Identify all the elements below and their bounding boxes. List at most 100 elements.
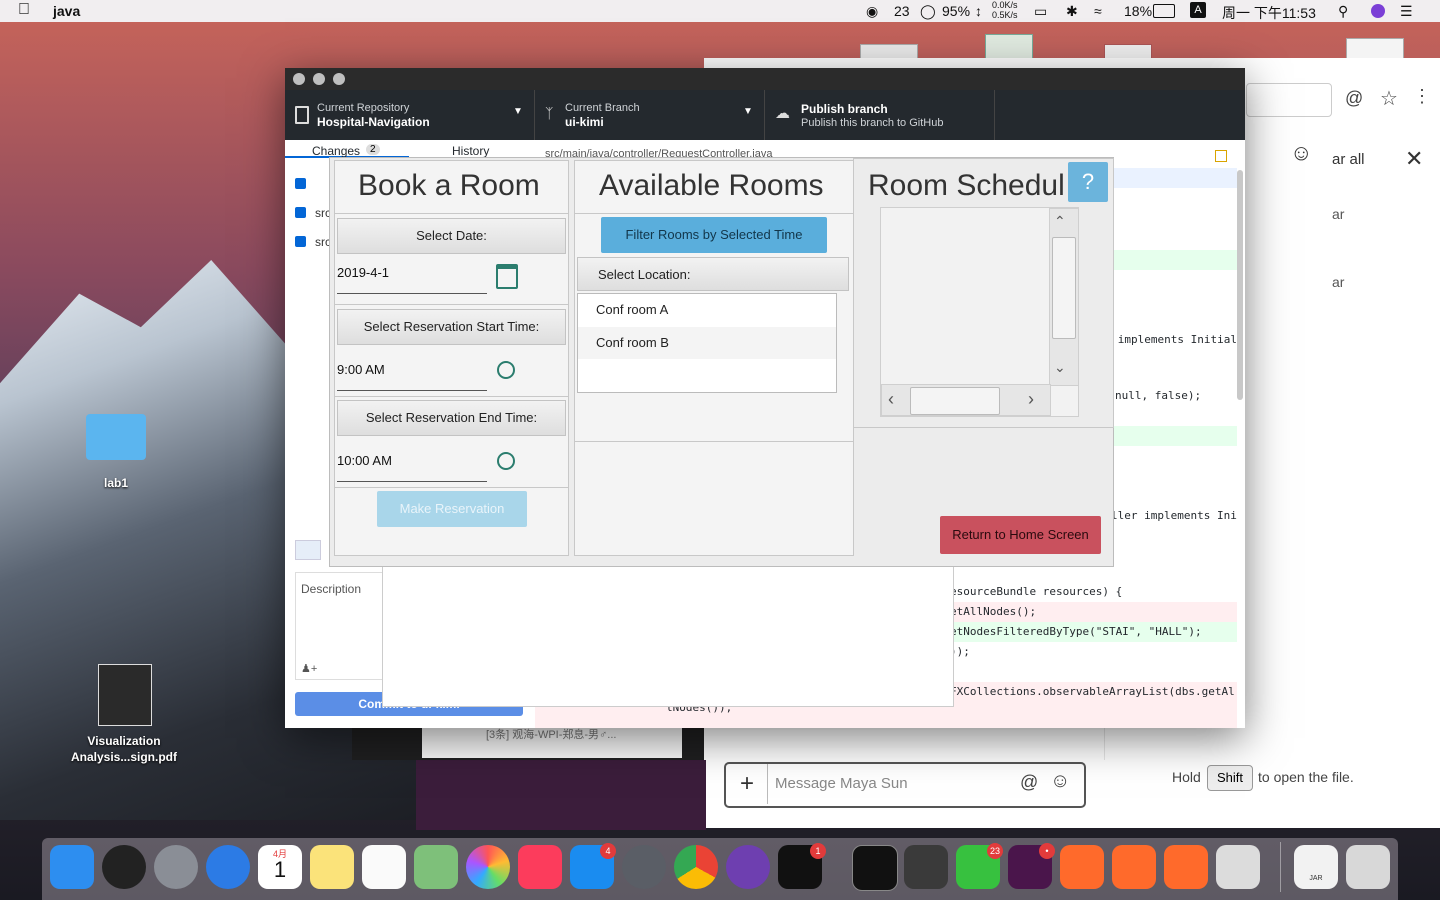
clock[interactable]: 周一 下午11:53 (1222, 3, 1316, 23)
jar-label: JAR (1309, 875, 1323, 882)
user-icon[interactable]: ☺ (1290, 140, 1312, 166)
mention-icon[interactable]: @ (1020, 772, 1038, 793)
wechat-icon[interactable]: ◉ (866, 3, 878, 20)
code-line-text: FXCollections.observableArrayList(dbs.ge… (950, 685, 1235, 698)
reminders-icon[interactable] (362, 845, 406, 889)
wechat-count: 23 (894, 3, 910, 19)
apple-icon[interactable]:  (18, 1, 30, 19)
scrollbar[interactable] (1237, 170, 1243, 400)
chevron-right-icon[interactable]: › (1028, 389, 1034, 410)
start-time-field[interactable]: 9:00 AM (337, 350, 487, 391)
close-window-button[interactable] (293, 73, 305, 85)
notes-icon[interactable] (310, 845, 354, 889)
java-launcher-icon[interactable] (1216, 845, 1260, 889)
file-checkbox[interactable] (295, 207, 306, 218)
wifi-icon[interactable]: ≈ (1094, 3, 1102, 19)
jar-file-icon[interactable]: JAR (1294, 845, 1338, 889)
scroll-thumb[interactable] (910, 387, 1000, 415)
zoom-window-button[interactable] (333, 73, 345, 85)
folder-label: lab1 (103, 476, 128, 490)
chevron-down-icon[interactable]: ⌄ (1054, 359, 1066, 376)
plus-icon[interactable]: + (727, 764, 768, 804)
chevron-left-icon[interactable]: ‹ (888, 389, 894, 410)
chevron-up-icon[interactable]: ⌃ (1054, 213, 1066, 230)
folder-icon[interactable] (86, 414, 146, 460)
help-button[interactable]: ? (1068, 162, 1108, 202)
battery-icon[interactable] (1153, 4, 1175, 18)
list-item[interactable]: Conf room A (578, 294, 836, 326)
tab-title[interactable]: [3条] 观海-WPI-郑息-男♂... (486, 726, 616, 742)
filter-rooms-button[interactable]: Filter Rooms by Selected Time (601, 217, 827, 253)
branch-icon: ᛉ (545, 105, 554, 121)
list-item[interactable]: Conf room B (578, 327, 836, 359)
scroll-thumb[interactable] (1052, 237, 1076, 339)
changes-count-badge: 2 (366, 144, 380, 155)
more-menu-icon[interactable]: ⋮ (1413, 86, 1431, 107)
slack-sidebar-bottom (416, 760, 706, 830)
clear-all-link[interactable]: ar all (1332, 151, 1365, 168)
close-icon[interactable]: ✕ (1405, 146, 1423, 172)
input-source-icon[interactable]: A (1190, 2, 1206, 18)
publish-branch-button[interactable]: ☁ Publish branch Publish this branch to … (765, 90, 995, 140)
select-all-checkbox[interactable] (295, 178, 306, 189)
photos-icon[interactable] (466, 845, 510, 889)
siri-icon[interactable] (1371, 4, 1385, 18)
room-list[interactable]: Conf room A Conf room B (577, 293, 837, 393)
safari-icon[interactable] (206, 845, 250, 889)
emoji-icon[interactable]: ☺ (1050, 770, 1070, 793)
hand-app-icon[interactable] (1060, 845, 1104, 889)
hand-app-icon[interactable] (1112, 845, 1156, 889)
bluetooth-icon[interactable]: ✱ (1066, 3, 1078, 20)
address-bar[interactable] (1246, 83, 1332, 117)
at-icon[interactable]: @ (1345, 88, 1363, 109)
battery-percent: 18% (1124, 3, 1153, 19)
calendar-dock-icon[interactable]: 4月 1 (258, 845, 302, 889)
tab-history[interactable]: History (410, 140, 534, 158)
vertical-scrollbar[interactable]: ⌃ ⌄ (1049, 208, 1079, 386)
system-preferences-icon[interactable] (622, 845, 666, 889)
airplay-icon[interactable]: ▭ (1034, 3, 1047, 20)
star-icon[interactable]: ☆ (1380, 86, 1398, 111)
notification-center-icon[interactable]: ☰ (1400, 3, 1413, 20)
schedule-scroll-pane[interactable]: ⌃ ⌄ ‹ › (880, 207, 1079, 417)
hand-app-icon[interactable] (1164, 845, 1208, 889)
menu-bar:  java ◉ 23 ◯ 95% ↕ 0.0K/s 0.5K/s ▭ ✱ ≈ … (0, 0, 1440, 22)
add-coauthor-icon[interactable]: ♟+ (301, 662, 317, 675)
chevron-down-icon: ▼ (743, 106, 753, 117)
launchpad-icon[interactable] (154, 845, 198, 889)
repo-name: Hospital-Navigation (317, 115, 430, 129)
date-field[interactable]: 2019-4-1 (337, 253, 487, 294)
pdf-file-icon[interactable] (98, 664, 152, 726)
music-icon[interactable] (518, 845, 562, 889)
divider (575, 213, 853, 214)
available-rooms-panel: Available Rooms Filter Rooms by Selected… (574, 160, 854, 556)
calendar-icon[interactable] (496, 264, 518, 289)
maps-icon[interactable] (414, 845, 458, 889)
horizontal-scrollbar[interactable]: ‹ › (881, 384, 1051, 416)
make-reservation-button[interactable]: Make Reservation (377, 491, 527, 527)
finder-icon[interactable] (50, 845, 94, 889)
repository-selector[interactable]: Current Repository Hospital-Navigation ▼ (285, 90, 535, 140)
avatar-icon (295, 540, 321, 560)
code-line-text: etNodesFilteredByType("STAI", "HALL"); (950, 625, 1202, 638)
clock-icon[interactable] (497, 452, 515, 470)
return-home-button[interactable]: Return to Home Screen (940, 516, 1101, 554)
chrome-icon[interactable] (674, 845, 718, 889)
spotlight-icon[interactable]: ⚲ (1338, 3, 1348, 20)
terminal-icon[interactable] (852, 845, 898, 891)
app-store-badge: 4 (600, 843, 616, 859)
minimize-window-button[interactable] (313, 73, 325, 85)
pdf-label-line2: Analysis...sign.pdf (70, 750, 178, 764)
trash-icon[interactable] (1346, 845, 1390, 889)
app-menu-name[interactable]: java (53, 3, 80, 19)
message-input[interactable]: Message Maya Sun (775, 775, 908, 792)
end-time-field[interactable]: 10:00 AM (337, 441, 487, 482)
siri-dock-icon[interactable] (102, 845, 146, 889)
branch-selector[interactable]: ᛉ Current Branch ui-kimi ▼ (535, 90, 765, 140)
github-desktop-icon[interactable] (726, 845, 770, 889)
file-checkbox[interactable] (295, 236, 306, 247)
clock-icon[interactable] (497, 361, 515, 379)
repo-caption: Current Repository (317, 102, 410, 114)
tab-changes[interactable]: Changes 2 (285, 140, 409, 158)
sublime-icon[interactable] (904, 845, 948, 889)
